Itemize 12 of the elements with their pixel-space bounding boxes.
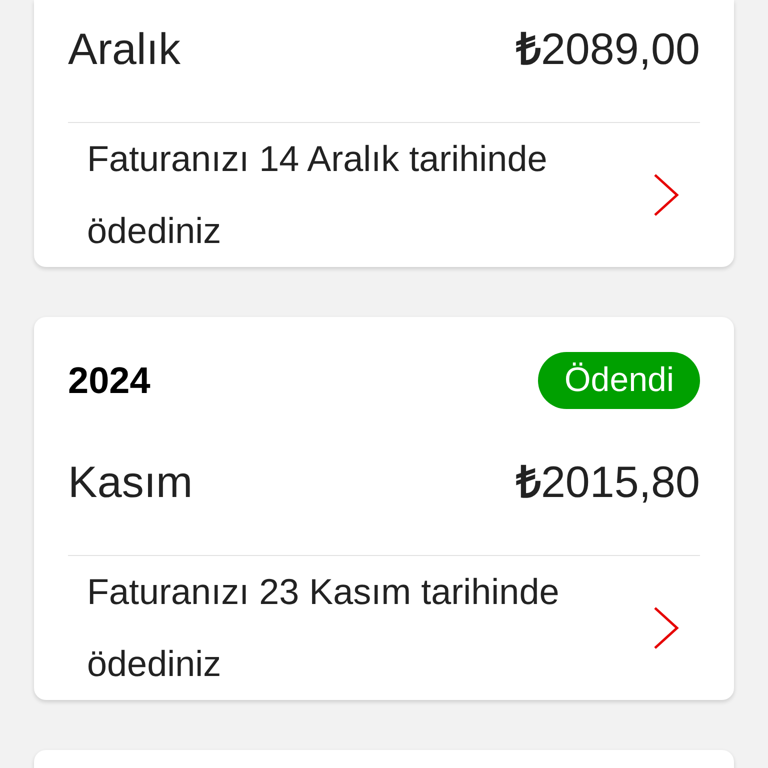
payment-description: Faturanızı 14 Aralık tarihinde ödediniz: [87, 137, 548, 253]
month-label: Aralık: [68, 24, 180, 76]
status-badge: Ödendi: [538, 352, 700, 409]
payment-description: Faturanızı 23 Kasım tarihinde ödediniz: [87, 570, 560, 686]
payment-info-row[interactable]: Faturanızı 14 Aralık tarihinde ödediniz: [68, 122, 700, 267]
chevron-right-icon: [652, 172, 680, 218]
amount-value: ₺2015,80: [516, 457, 700, 509]
payment-info-row[interactable]: Faturanızı 23 Kasım tarihinde ödediniz: [68, 555, 700, 700]
year-heading: 2024: [68, 358, 150, 403]
amount-value: ₺2089,00: [516, 24, 700, 76]
chevron-right-icon: [652, 605, 680, 651]
month-label: Kasım: [68, 457, 193, 509]
